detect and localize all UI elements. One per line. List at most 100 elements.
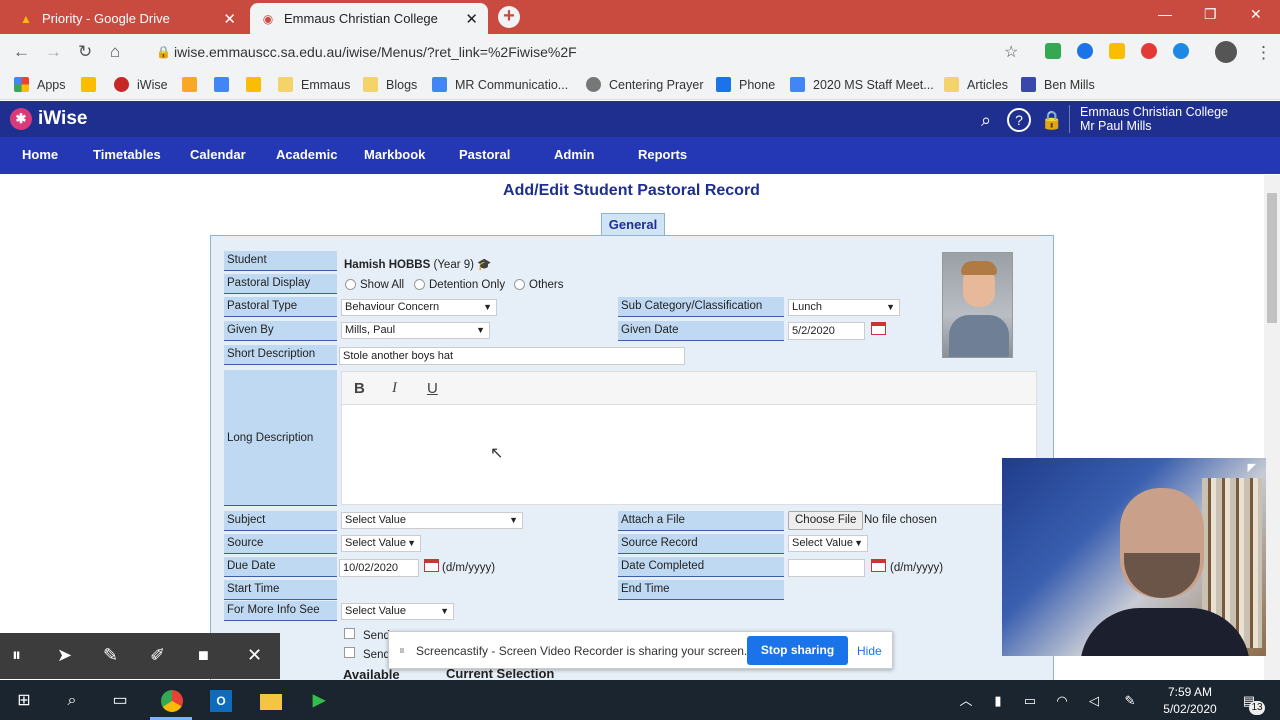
menu-reports[interactable]: Reports: [638, 147, 687, 162]
calendar-icon[interactable]: [871, 322, 886, 335]
task-view-icon[interactable]: ▭: [109, 690, 131, 712]
graduation-cap-icon[interactable]: 🎓: [477, 259, 491, 271]
new-tab-button[interactable]: +: [498, 6, 520, 28]
date-completed-input[interactable]: [788, 559, 865, 577]
forward-icon[interactable]: →: [45, 42, 62, 62]
menu-pastoral[interactable]: Pastoral: [459, 147, 510, 162]
bookmark-phone[interactable]: Phone: [716, 77, 775, 92]
pause-icon[interactable]: ⏸: [12, 645, 21, 666]
iwise-logo[interactable]: ✱ iWise: [10, 108, 87, 130]
given-date-input[interactable]: 5/2/2020: [788, 322, 865, 340]
send-checkbox-2[interactable]: [344, 647, 355, 658]
pen-workspace-icon[interactable]: ✎: [1119, 690, 1141, 712]
menu-academic[interactable]: Academic: [276, 147, 337, 162]
more-info-select[interactable]: Select Value ▼: [341, 603, 454, 620]
menu-calendar[interactable]: Calendar: [190, 147, 246, 162]
due-date-input[interactable]: 10/02/2020: [339, 559, 419, 577]
bold-button[interactable]: B: [354, 380, 365, 397]
menu-kebab-icon[interactable]: ⋮: [1255, 43, 1272, 63]
close-window-icon[interactable]: ✕: [1250, 6, 1262, 23]
bookmark-emmaus[interactable]: Emmaus: [278, 77, 350, 92]
lock-icon[interactable]: 🔒: [1040, 108, 1064, 132]
radio-button[interactable]: [345, 279, 356, 291]
clock[interactable]: 7:59 AM 5/02/2020: [1150, 684, 1230, 718]
bookmark-drive[interactable]: [81, 77, 104, 92]
bookmark-blogs[interactable]: Blogs: [363, 77, 417, 92]
webcam-arrow-icon[interactable]: ◤: [1248, 461, 1256, 474]
file-explorer-icon[interactable]: [260, 694, 282, 710]
outlook-icon[interactable]: O: [210, 690, 232, 712]
menu-markbook[interactable]: Markbook: [364, 147, 425, 162]
extension-phone-icon[interactable]: [1173, 43, 1189, 59]
pointer-icon[interactable]: ➤: [57, 645, 72, 666]
display-option-show-all[interactable]: Show All: [345, 279, 404, 291]
windows-start-icon[interactable]: ⊞: [13, 690, 35, 712]
battery-icon[interactable]: ▭: [1019, 690, 1041, 712]
menu-home[interactable]: Home: [22, 147, 58, 162]
extension-sheets-icon[interactable]: [1045, 43, 1061, 59]
calendar-icon[interactable]: [424, 559, 439, 572]
wifi-icon[interactable]: ◠: [1051, 690, 1073, 712]
hide-button[interactable]: Hide: [857, 644, 882, 658]
source-record-select[interactable]: Select Value ▼: [788, 535, 868, 552]
screencastify-icon[interactable]: ▶: [308, 690, 330, 712]
menu-timetables[interactable]: Timetables: [93, 147, 161, 162]
pastoral-type-select[interactable]: Behaviour Concern ▼: [341, 299, 497, 316]
restore-icon[interactable]: ❐: [1204, 6, 1217, 23]
bookmark-calendar[interactable]: [214, 77, 237, 92]
bookmark-articles[interactable]: Articles: [944, 77, 1008, 92]
pen-icon[interactable]: ✎: [103, 645, 118, 666]
bookmark-iwise[interactable]: iWise: [114, 77, 168, 92]
page-scrollbar[interactable]: [1264, 175, 1280, 680]
camera-icon[interactable]: ■: [198, 645, 209, 666]
drag-handle-icon[interactable]: ⏸: [399, 643, 405, 658]
reload-icon[interactable]: ↻: [78, 42, 92, 62]
close-icon[interactable]: ✕: [223, 10, 236, 28]
short-desc-input[interactable]: Stole another boys hat: [339, 347, 685, 365]
display-option-detention[interactable]: Detention Only: [414, 279, 505, 291]
given-by-select[interactable]: Mills, Paul ▼: [341, 322, 490, 339]
search-icon[interactable]: ⌕: [61, 690, 83, 712]
extension-record-icon[interactable]: [1141, 43, 1157, 59]
scrollbar-thumb[interactable]: [1267, 193, 1277, 323]
extension-cloud-icon[interactable]: [1077, 43, 1093, 59]
chrome-icon[interactable]: [161, 690, 183, 712]
tab-google-drive[interactable]: ▲ Priority - Google Drive ✕: [8, 3, 246, 34]
italic-button[interactable]: I: [392, 380, 397, 397]
tab-emmaus[interactable]: ◉ Emmaus Christian College ✕: [250, 3, 488, 34]
long-desc-editor[interactable]: B I U: [341, 371, 1037, 505]
send-checkbox-1[interactable]: [344, 628, 355, 639]
home-icon[interactable]: ⌂: [110, 42, 120, 62]
radio-button[interactable]: [514, 279, 525, 291]
display-option-others[interactable]: Others: [514, 279, 564, 291]
subcat-select[interactable]: Lunch ▼: [788, 299, 900, 316]
bookmark-ben-mills[interactable]: Ben Mills: [1021, 77, 1095, 92]
url-field[interactable]: 🔒 iwise.emmauscc.sa.edu.au/iwise/Menus/?…: [150, 41, 1030, 65]
extension-drive-icon[interactable]: [1109, 43, 1125, 59]
bookmark-star-icon[interactable]: ☆: [1004, 42, 1018, 62]
bookmark-keep[interactable]: [246, 77, 269, 92]
underline-button[interactable]: U: [427, 380, 438, 397]
eraser-icon[interactable]: ✐: [150, 645, 165, 666]
back-icon[interactable]: ←: [13, 42, 30, 62]
bookmark-apps[interactable]: Apps: [14, 77, 66, 92]
subject-select[interactable]: Select Value ▼: [341, 512, 523, 529]
stop-sharing-button[interactable]: Stop sharing: [747, 636, 848, 665]
tab-general[interactable]: General: [601, 213, 665, 236]
help-icon[interactable]: ?: [1007, 108, 1031, 132]
source-select[interactable]: Select Value ▼: [341, 535, 421, 552]
bookmark-classroom[interactable]: [182, 77, 205, 92]
menu-admin[interactable]: Admin: [554, 147, 594, 162]
close-icon[interactable]: ✕: [247, 645, 262, 666]
chevron-up-icon[interactable]: ︿: [955, 690, 977, 712]
minimize-icon[interactable]: —: [1158, 6, 1172, 22]
bookmark-centering-prayer[interactable]: Centering Prayer: [586, 77, 704, 92]
search-icon[interactable]: ⌕: [974, 108, 998, 132]
bookmark-staff-meeting[interactable]: 2020 MS Staff Meet...: [790, 77, 934, 92]
radio-button[interactable]: [414, 279, 425, 291]
volume-icon[interactable]: ◁: [1083, 690, 1105, 712]
usb-icon[interactable]: ▮: [987, 690, 1009, 712]
close-icon[interactable]: ✕: [465, 10, 478, 28]
bookmark-mr-communication[interactable]: MR Communicatio...: [432, 77, 568, 92]
calendar-icon[interactable]: [871, 559, 886, 572]
